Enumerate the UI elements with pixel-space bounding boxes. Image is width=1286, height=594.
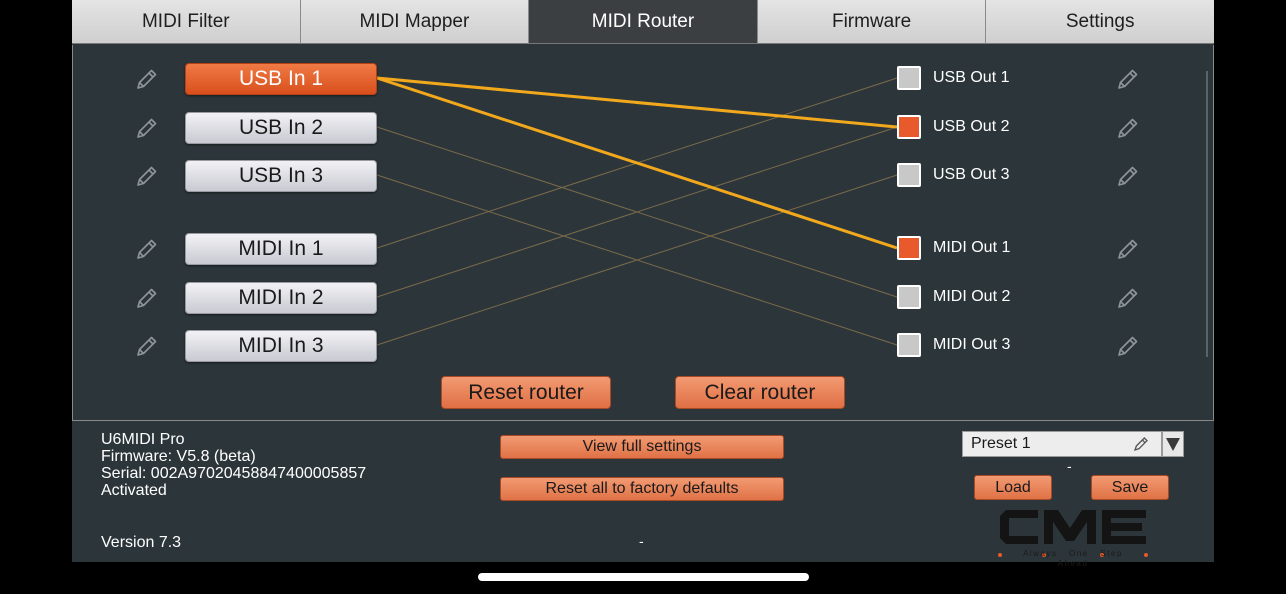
tab-firmware[interactable]: Firmware [757, 0, 987, 44]
edit-output-pencil-icon[interactable] [1116, 237, 1140, 261]
input-midi-in-3[interactable]: MIDI In 3 [185, 330, 377, 362]
preset-select[interactable]: Preset 1 [962, 431, 1162, 457]
edit-output-pencil-icon[interactable] [1116, 286, 1140, 310]
preset-edit-pencil-icon[interactable] [1133, 436, 1149, 452]
device-info: U6MIDI Pro Firmware: V5.8 (beta) Serial:… [101, 431, 366, 499]
edit-input-pencil-icon[interactable] [135, 286, 159, 310]
edit-input-pencil-icon[interactable] [135, 67, 159, 91]
reset-router-button[interactable]: Reset router [441, 376, 611, 409]
output-midi-out-3-checkbox[interactable] [897, 333, 921, 357]
output-label: USB Out 3 [933, 166, 1010, 183]
device-serial: Serial: 002A97020458847400005857 [101, 465, 367, 482]
edit-output-pencil-icon[interactable] [1116, 116, 1140, 140]
tab-midi-router[interactable]: MIDI Router [529, 0, 758, 44]
tab-midi-mapper[interactable]: MIDI Mapper [300, 0, 530, 44]
edit-output-pencil-icon[interactable] [1116, 164, 1140, 188]
output-label: MIDI Out 1 [933, 239, 1011, 256]
clear-router-button[interactable]: Clear router [675, 376, 845, 409]
app-window: MIDI Filter MIDI Mapper MIDI Router Firm… [72, 0, 1214, 568]
edit-input-pencil-icon[interactable] [135, 334, 159, 358]
router-scrollbar[interactable] [1206, 71, 1208, 357]
logo-tagline: Always One Step Ahead [1023, 549, 1123, 568]
tab-settings[interactable]: Settings [986, 0, 1214, 44]
footer-dash: - [639, 533, 644, 549]
edit-output-pencil-icon[interactable] [1116, 334, 1140, 358]
device-name: U6MIDI Pro [101, 431, 185, 448]
home-indicator [478, 573, 809, 581]
output-usb-out-2-checkbox[interactable] [897, 115, 921, 139]
edit-input-pencil-icon[interactable] [135, 116, 159, 140]
output-label: MIDI Out 2 [933, 288, 1011, 305]
edit-output-pencil-icon[interactable] [1116, 67, 1140, 91]
input-usb-in-2[interactable]: USB In 2 [185, 112, 377, 144]
output-midi-out-2-checkbox[interactable] [897, 285, 921, 309]
device-firmware: Firmware: V5.8 (beta) [101, 448, 256, 465]
triangle-down-icon[interactable] [1162, 431, 1184, 457]
output-usb-out-1-checkbox[interactable] [897, 66, 921, 90]
edit-input-pencil-icon[interactable] [135, 237, 159, 261]
router-panel: USB In 1 USB In 2 USB In 3 MIDI In 1 MID… [72, 45, 1214, 421]
load-preset-button[interactable]: Load [974, 475, 1052, 500]
tab-midi-filter[interactable]: MIDI Filter [72, 0, 301, 44]
preset-dash: - [1067, 458, 1072, 474]
output-label: USB Out 1 [933, 69, 1010, 86]
input-usb-in-3[interactable]: USB In 3 [185, 160, 377, 192]
output-midi-out-1-checkbox[interactable] [897, 236, 921, 260]
cme-logo: Always One Step Ahead [996, 503, 1150, 568]
input-usb-in-1[interactable]: USB In 1 [185, 63, 377, 95]
device-status: Activated [101, 482, 167, 499]
output-label: MIDI Out 3 [933, 336, 1011, 353]
app-version: Version 7.3 [101, 534, 182, 551]
view-full-settings-button[interactable]: View full settings [500, 435, 784, 459]
output-usb-out-3-checkbox[interactable] [897, 163, 921, 187]
input-midi-in-1[interactable]: MIDI In 1 [185, 233, 377, 265]
input-midi-in-2[interactable]: MIDI In 2 [185, 282, 377, 314]
save-preset-button[interactable]: Save [1091, 475, 1169, 500]
tab-bar: MIDI Filter MIDI Mapper MIDI Router Firm… [72, 0, 1214, 45]
output-label: USB Out 2 [933, 118, 1010, 135]
factory-reset-button[interactable]: Reset all to factory defaults [500, 477, 784, 501]
preset-selected: Preset 1 [971, 435, 1031, 452]
edit-input-pencil-icon[interactable] [135, 164, 159, 188]
